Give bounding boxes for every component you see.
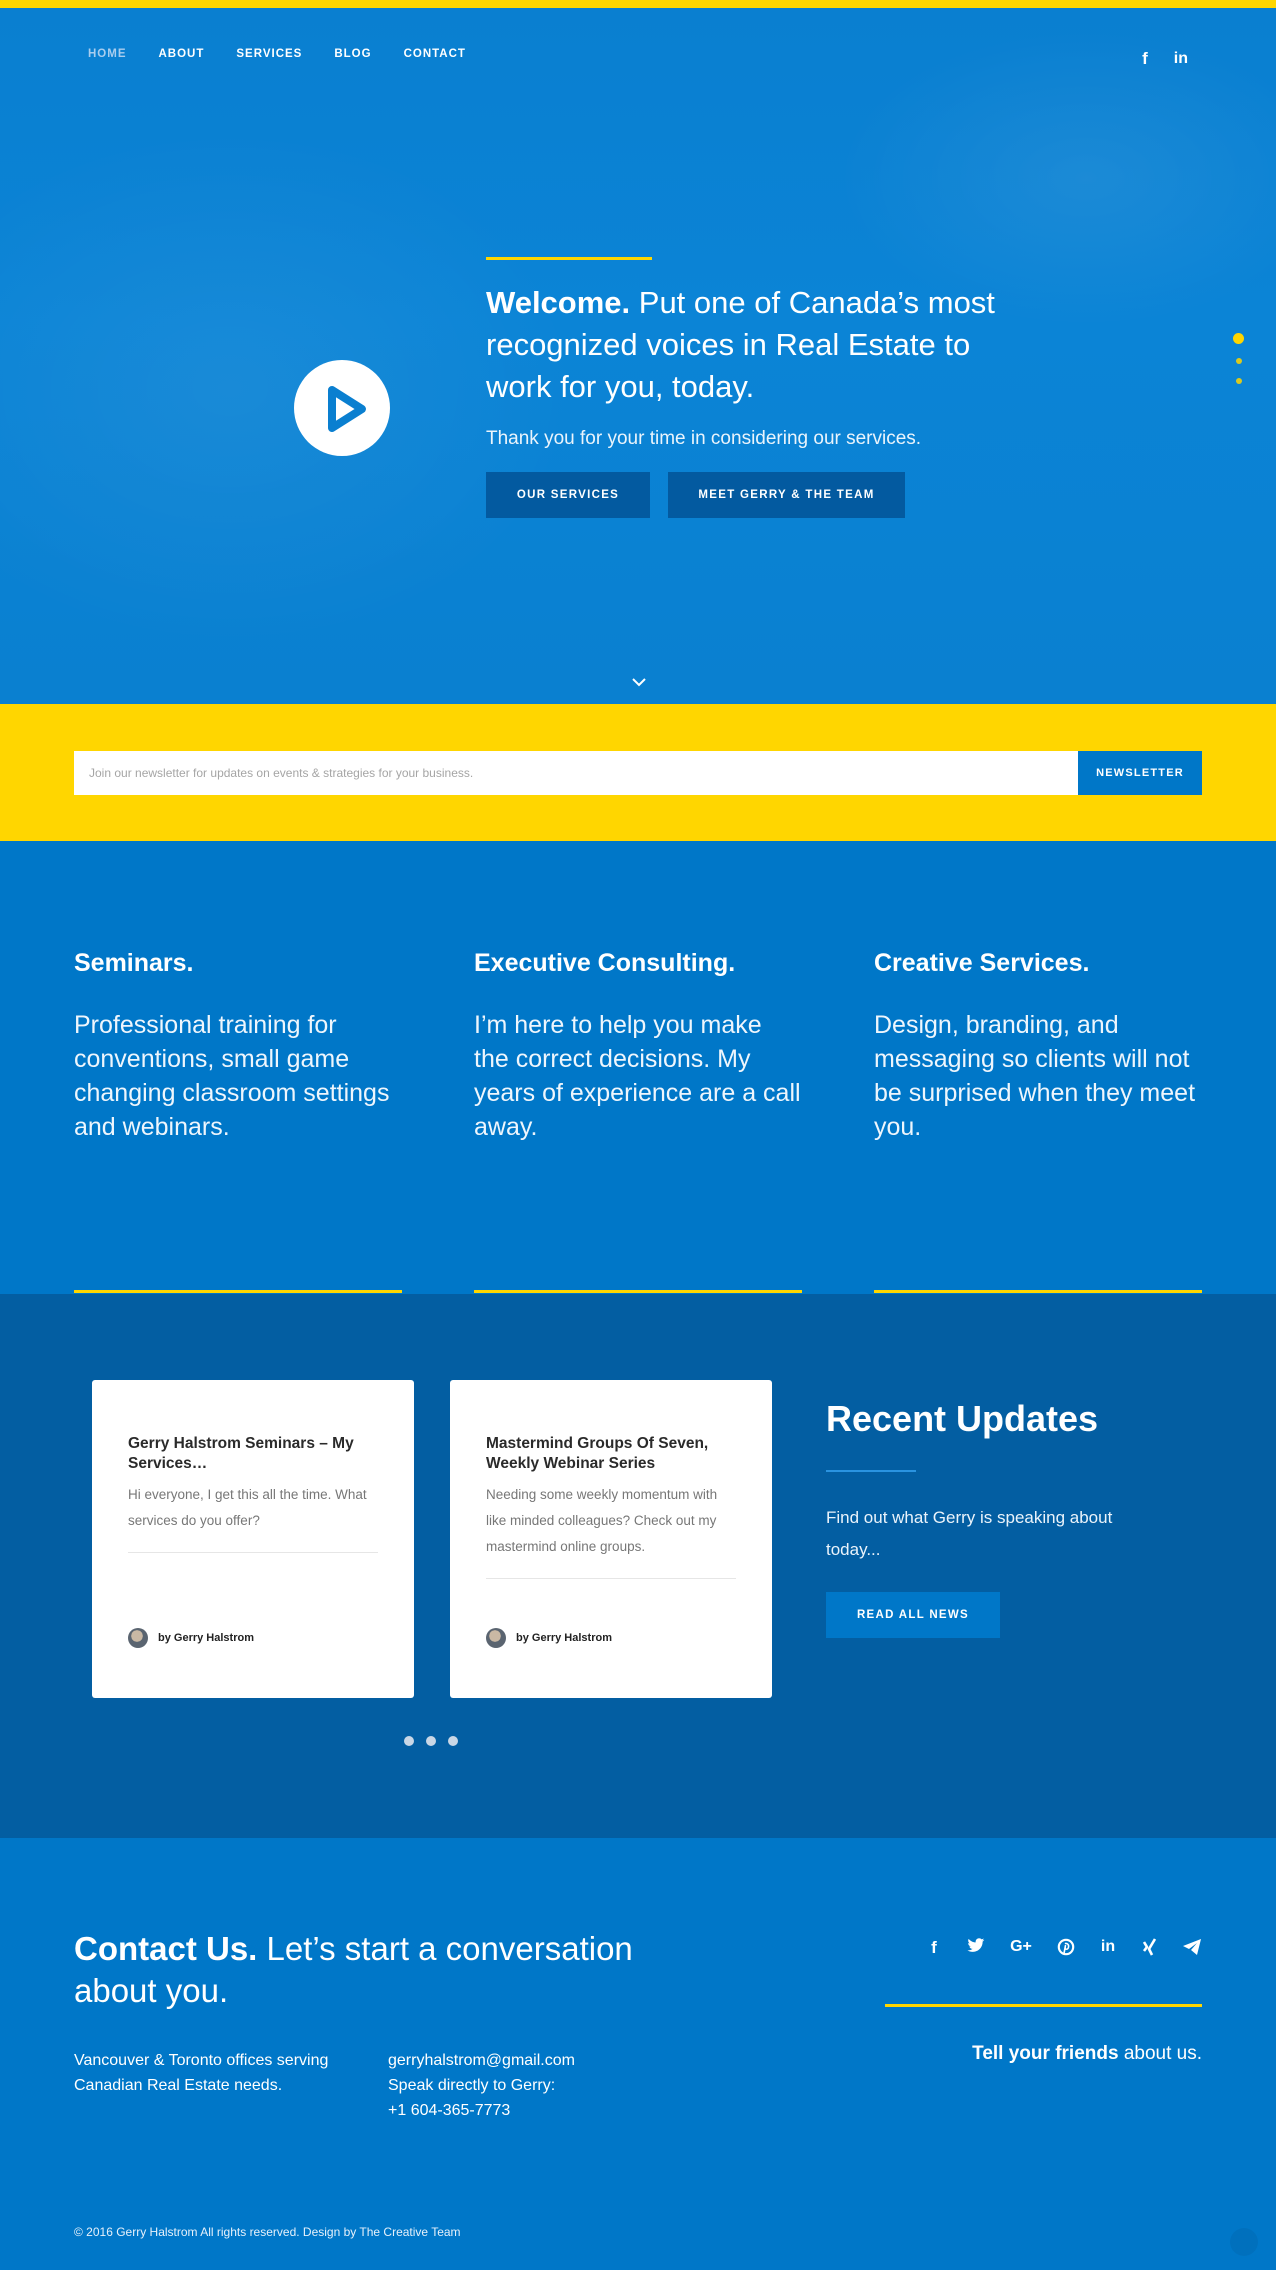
telegram-icon[interactable]	[1182, 1938, 1202, 1961]
nav-contact[interactable]: CONTACT	[404, 48, 466, 60]
contact-section: Contact Us. Let’s start a conversation a…	[0, 1838, 1276, 2270]
author-name[interactable]: by Gerry Halstrom	[516, 1632, 612, 1644]
contact-offices: Vancouver & Toronto offices serving Cana…	[74, 2052, 329, 2094]
contact-phone[interactable]: +1 604-365-7773	[388, 2098, 648, 2123]
back-to-top-button[interactable]	[1230, 2228, 1258, 2256]
hero-buttons: OUR SERVICES MEET GERRY & THE TEAM	[486, 472, 1006, 518]
service-description: Professional training for conventions, s…	[74, 1011, 390, 1141]
google-plus-icon[interactable]: G+	[1008, 1938, 1034, 1961]
news-card-excerpt: Hi everyone, I get this all the time. Wh…	[128, 1487, 367, 1528]
news-card-author: by Gerry Halstrom	[128, 1628, 254, 1648]
contact-email[interactable]: gerryhalstrom@gmail.com	[388, 2048, 648, 2073]
service-description: Design, branding, and messaging so clien…	[874, 1011, 1196, 1141]
carousel-dot[interactable]	[404, 1736, 414, 1746]
hero-title: Welcome. Put one of Canada’s most recogn…	[486, 282, 1006, 408]
recent-updates-divider	[826, 1470, 916, 1472]
tell-friends-bold: Tell your friends	[972, 2043, 1119, 2064]
slide-dot-active[interactable]	[1233, 333, 1244, 344]
linkedin-icon[interactable]: in	[1098, 1938, 1118, 1961]
pinterest-icon[interactable]	[1056, 1938, 1076, 1961]
hero-title-bold: Welcome.	[486, 285, 631, 320]
chevron-down-icon[interactable]	[632, 677, 646, 687]
facebook-icon[interactable]: f	[924, 1938, 944, 1961]
avatar	[128, 1628, 148, 1648]
xing-icon[interactable]	[1140, 1938, 1160, 1961]
newsletter-section: NEWSLETTER	[0, 704, 1276, 841]
service-title: Executive Consulting.	[474, 949, 736, 977]
play-icon	[328, 386, 366, 432]
news-card-title[interactable]: Mastermind Groups Of Seven, Weekly Webin…	[486, 1434, 736, 1474]
tell-friends-rest: about us.	[1118, 2043, 1202, 2064]
service-consulting: Executive Consulting. I’m here to help y…	[474, 949, 802, 1293]
hero-divider	[486, 257, 652, 260]
tell-friends: Tell your friends about us.	[972, 2043, 1202, 2065]
hero-section: HOME ABOUT SERVICES BLOG CONTACT f in We…	[0, 8, 1276, 704]
nav-about[interactable]: ABOUT	[159, 48, 205, 60]
contact-phone-label: Speak directly to Gerry:	[388, 2077, 556, 2094]
news-card-author: by Gerry Halstrom	[486, 1628, 612, 1648]
service-description: I’m here to help you make the correct de…	[474, 1011, 801, 1141]
main-nav: HOME ABOUT SERVICES BLOG CONTACT	[88, 48, 466, 60]
news-card-divider	[128, 1552, 378, 1553]
services-section: Seminars. Professional training for conv…	[0, 841, 1276, 1294]
recent-updates-intro: Recent Updates Find out what Gerry is sp…	[826, 1398, 1176, 1638]
share-icons: f G+ in	[924, 1938, 1202, 1961]
nav-home[interactable]: HOME	[88, 48, 127, 60]
recent-updates-heading: Recent Updates	[826, 1398, 1099, 1439]
avatar	[486, 1628, 506, 1648]
service-seminars: Seminars. Professional training for conv…	[74, 949, 402, 1293]
nav-blog[interactable]: BLOG	[334, 48, 371, 60]
service-creative: Creative Services. Design, branding, and…	[874, 949, 1202, 1293]
carousel-dots	[404, 1736, 458, 1746]
nav-services[interactable]: SERVICES	[236, 48, 302, 60]
carousel-dot[interactable]	[426, 1736, 436, 1746]
our-services-button[interactable]: OUR SERVICES	[486, 472, 650, 518]
service-divider	[474, 1290, 802, 1293]
contact-details: gerryhalstrom@gmail.com Speak directly t…	[388, 2048, 648, 2123]
contact-title-bold: Contact Us.	[74, 1930, 258, 1967]
service-divider	[74, 1290, 402, 1293]
read-all-news-button[interactable]: READ ALL NEWS	[826, 1592, 1000, 1638]
service-title: Creative Services.	[874, 949, 1090, 977]
hero-content: Welcome. Put one of Canada’s most recogn…	[486, 257, 1006, 518]
contact-divider	[885, 2004, 1202, 2007]
newsletter-button[interactable]: NEWSLETTER	[1078, 751, 1202, 795]
facebook-icon[interactable]: f	[1142, 50, 1148, 68]
recent-updates-section: Gerry Halstrom Seminars – My Services… H…	[0, 1294, 1276, 1838]
service-divider	[874, 1290, 1202, 1293]
copyright: © 2016 Gerry Halstrom All rights reserve…	[74, 2225, 461, 2239]
top-accent-bar	[0, 0, 1276, 8]
play-video-button[interactable]	[294, 360, 390, 456]
recent-updates-text: Find out what Gerry is speaking about to…	[826, 1508, 1113, 1559]
linkedin-icon[interactable]: in	[1174, 50, 1188, 68]
service-title: Seminars.	[74, 949, 194, 977]
slide-dots	[1233, 333, 1244, 384]
author-name[interactable]: by Gerry Halstrom	[158, 1632, 254, 1644]
newsletter-email-input[interactable]	[74, 751, 1078, 795]
twitter-icon[interactable]	[966, 1938, 986, 1961]
news-card-divider	[486, 1578, 736, 1579]
contact-title: Contact Us. Let’s start a conversation a…	[74, 1928, 694, 2012]
header-social: f in	[1142, 50, 1188, 68]
slide-dot[interactable]	[1235, 378, 1242, 384]
news-card-title[interactable]: Gerry Halstrom Seminars – My Services…	[128, 1434, 378, 1474]
news-card[interactable]: Mastermind Groups Of Seven, Weekly Webin…	[450, 1380, 772, 1698]
hero-subtitle: Thank you for your time in considering o…	[486, 428, 922, 449]
carousel-dot[interactable]	[448, 1736, 458, 1746]
slide-dot[interactable]	[1235, 358, 1242, 364]
news-card[interactable]: Gerry Halstrom Seminars – My Services… H…	[92, 1380, 414, 1698]
meet-team-button[interactable]: MEET GERRY & THE TEAM	[668, 472, 905, 518]
news-card-excerpt: Needing some weekly momentum with like m…	[486, 1487, 718, 1554]
